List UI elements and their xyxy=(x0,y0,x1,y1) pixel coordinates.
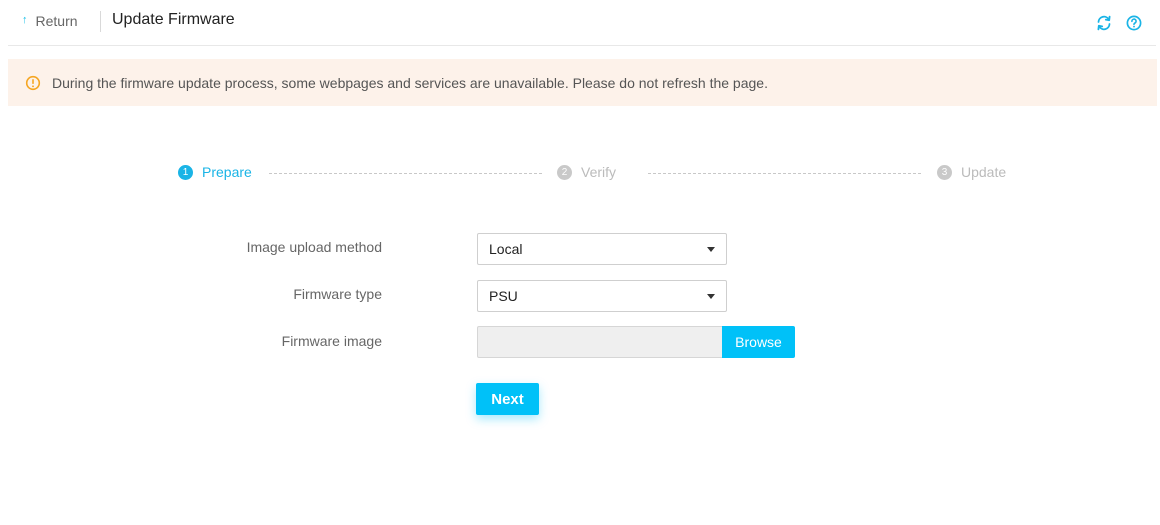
firmware-type-value: PSU xyxy=(489,288,518,304)
upload-method-label: Image upload method xyxy=(246,239,382,255)
firmware-image-label: Firmware image xyxy=(281,333,382,349)
step-number: 1 xyxy=(178,164,193,180)
return-button[interactable]: ↑ Return xyxy=(22,13,78,29)
next-button[interactable]: Next xyxy=(476,383,539,415)
return-label: Return xyxy=(35,13,78,29)
refresh-icon[interactable] xyxy=(1095,14,1113,32)
return-arrow-icon: ↑ xyxy=(22,14,28,26)
firmware-image-input[interactable] xyxy=(477,326,723,358)
upload-method-value: Local xyxy=(489,241,523,257)
upload-method-select[interactable]: Local xyxy=(477,233,727,265)
caret-down-icon xyxy=(707,294,715,299)
step-number: 2 xyxy=(557,164,572,180)
firmware-type-select[interactable]: PSU xyxy=(477,280,727,312)
page-title: Update Firmware xyxy=(112,11,235,28)
help-icon[interactable] xyxy=(1125,14,1143,32)
step-label: Update xyxy=(961,164,1007,180)
step-number: 3 xyxy=(937,164,952,180)
step-connector xyxy=(269,173,542,174)
progress-steps: 1 Prepare 2 Verify 3 Update xyxy=(0,160,1160,186)
firmware-type-label: Firmware type xyxy=(293,286,382,302)
warning-icon xyxy=(25,75,41,90)
caret-down-icon xyxy=(707,247,715,252)
step-label: Prepare xyxy=(202,164,252,180)
page-header: ↑ Return Update Firmware xyxy=(8,0,1156,46)
step-connector xyxy=(648,173,921,174)
step-update: 3 Update xyxy=(937,164,1006,180)
step-verify: 2 Verify xyxy=(557,164,616,180)
header-divider xyxy=(100,11,101,32)
notice-text: During the firmware update process, some… xyxy=(52,74,768,91)
step-prepare: 1 Prepare xyxy=(178,164,252,180)
notice-banner: During the firmware update process, some… xyxy=(8,59,1157,106)
step-label: Verify xyxy=(581,164,617,180)
browse-button[interactable]: Browse xyxy=(722,326,795,358)
